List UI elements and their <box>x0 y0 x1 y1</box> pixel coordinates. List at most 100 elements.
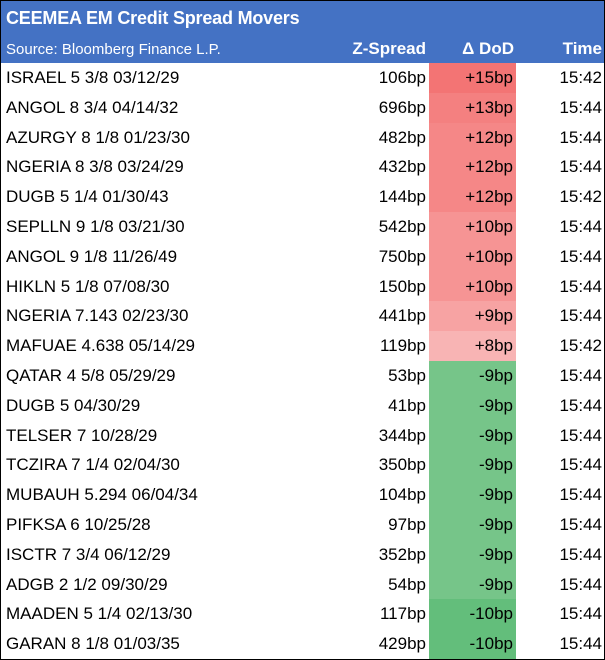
table-row: DUGB 5 04/30/29 41bp -9bp 15:44 <box>1 390 604 421</box>
time-value: 15:44 <box>559 574 602 594</box>
time-value: 15:44 <box>559 306 602 326</box>
table-row: DUGB 5 1/4 01/30/43 144bp +12bp 15:42 <box>1 182 604 212</box>
dod-change-value: -9bp <box>429 360 516 391</box>
time-value: 15:44 <box>559 455 602 475</box>
table-row: TCZIRA 7 1/4 02/04/30 350bp -9bp 15:44 <box>1 450 604 481</box>
time-value: 15:44 <box>559 634 602 654</box>
z-spread-value: 352bp <box>378 544 426 564</box>
dod-change-value: +8bp <box>429 331 516 361</box>
dod-change-value: -10bp <box>429 599 516 630</box>
z-spread-value: 54bp <box>388 574 426 594</box>
table-row: ANGOL 9 1/8 11/26/49 750bp +10bp 15:44 <box>1 241 604 272</box>
table-row: PIFKSA 6 10/25/28 97bp -9bp 15:44 <box>1 509 604 540</box>
time-value: 15:44 <box>559 127 602 147</box>
dod-change-value: +15bp <box>429 63 516 93</box>
column-header-time: Time <box>562 39 602 58</box>
bond-name: SEPLLN 9 1/8 03/21/30 <box>6 216 185 236</box>
dod-change-value: -10bp <box>429 629 516 659</box>
dod-change-value: +10bp <box>429 211 516 242</box>
table-row: MUBAUH 5.294 06/04/34 104bp -9bp 15:44 <box>1 480 604 510</box>
bond-name: DUGB 5 04/30/29 <box>6 395 141 415</box>
dod-change-value: -9bp <box>429 569 516 600</box>
z-spread-value: 144bp <box>378 187 426 207</box>
time-value: 15:44 <box>559 604 602 624</box>
bond-name: ANGOL 8 3/4 04/14/32 <box>6 97 179 117</box>
time-value: 15:44 <box>559 97 602 117</box>
spread-movers-table: CEEMEA EM Credit Spread Movers Source: B… <box>0 0 605 660</box>
dod-change-value: -9bp <box>429 509 516 540</box>
table-row: NGERIA 7.143 02/23/30 441bp +9bp 15:44 <box>1 301 604 332</box>
table-row: MAADEN 5 1/4 02/13/30 117bp -10bp 15:44 <box>1 599 604 630</box>
time-value: 15:44 <box>559 276 602 296</box>
bond-name: MAFUAE 4.638 05/14/29 <box>6 336 196 356</box>
dod-change-value: +12bp <box>429 152 516 183</box>
bond-name: ISCTR 7 3/4 06/12/29 <box>6 544 171 564</box>
z-spread-value: 432bp <box>378 157 426 177</box>
z-spread-value: 97bp <box>388 514 426 534</box>
table-title: CEEMEA EM Credit Spread Movers <box>6 8 300 28</box>
bond-name: NGERIA 7.143 02/23/30 <box>6 306 189 326</box>
z-spread-value: 441bp <box>378 306 426 326</box>
bond-name: MUBAUH 5.294 06/04/34 <box>6 485 198 505</box>
dod-change-value: -9bp <box>429 480 516 510</box>
z-spread-value: 119bp <box>379 336 426 356</box>
z-spread-value: 542bp <box>378 216 426 236</box>
title-bar: CEEMEA EM Credit Spread Movers <box>1 1 604 37</box>
table-row: GARAN 8 1/8 01/03/35 429bp -10bp 15:44 <box>1 629 604 659</box>
dod-change-value: -9bp <box>429 539 516 570</box>
time-value: 15:42 <box>559 187 602 207</box>
bond-name: TCZIRA 7 1/4 02/04/30 <box>6 455 180 475</box>
z-spread-value: 344bp <box>378 425 426 445</box>
z-spread-value: 104bp <box>378 485 426 505</box>
time-value: 15:44 <box>559 365 602 385</box>
dod-change-value: -9bp <box>429 450 516 481</box>
dod-change-value: -9bp <box>429 390 516 421</box>
bond-name: QATAR 4 5/8 05/29/29 <box>6 365 176 385</box>
time-value: 15:44 <box>559 246 602 266</box>
dod-change-value: +9bp <box>429 301 516 332</box>
dod-change-value: +13bp <box>429 92 516 123</box>
time-value: 15:44 <box>559 216 602 236</box>
dod-change-value: +10bp <box>429 241 516 272</box>
bond-name: ADGB 2 1/2 09/30/29 <box>6 574 168 594</box>
time-value: 15:44 <box>559 514 602 534</box>
table-row: QATAR 4 5/8 05/29/29 53bp -9bp 15:44 <box>1 360 604 391</box>
table-row: MAFUAE 4.638 05/14/29 119bp +8bp 15:42 <box>1 331 604 361</box>
bond-name: ANGOL 9 1/8 11/26/49 <box>6 246 178 266</box>
z-spread-value: 150bp <box>378 276 426 296</box>
table-row: ISCTR 7 3/4 06/12/29 352bp -9bp 15:44 <box>1 539 604 570</box>
dod-change-value: -9bp <box>429 420 516 451</box>
column-header-z-spread: Z-Spread <box>352 39 426 58</box>
z-spread-value: 41bp <box>388 395 426 415</box>
bond-name: GARAN 8 1/8 01/03/35 <box>6 634 180 654</box>
bond-name: PIFKSA 6 10/25/28 <box>6 514 151 534</box>
table-row: ISRAEL 5 3/8 03/12/29 106bp +15bp 15:42 <box>1 63 604 93</box>
bond-name: NGERIA 8 3/8 03/24/29 <box>6 157 184 177</box>
column-header-dod: Δ DoD <box>462 39 514 58</box>
z-spread-value: 350bp <box>378 455 426 475</box>
dod-change-value: +12bp <box>429 182 516 212</box>
time-value: 15:44 <box>559 395 602 415</box>
bond-name: AZURGY 8 1/8 01/23/30 <box>6 127 190 147</box>
header-row: Source: Bloomberg Finance L.P. Z-Spread … <box>1 37 604 63</box>
source-note: Source: Bloomberg Finance L.P. <box>6 41 221 58</box>
table-row: NGERIA 8 3/8 03/24/29 432bp +12bp 15:44 <box>1 152 604 183</box>
time-value: 15:44 <box>559 157 602 177</box>
time-value: 15:42 <box>559 68 602 87</box>
bond-name: ISRAEL 5 3/8 03/12/29 <box>6 68 180 87</box>
bond-name: TELSER 7 10/28/29 <box>6 425 158 445</box>
z-spread-value: 117bp <box>379 604 426 624</box>
table-row: HIKLN 5 1/8 07/08/30 150bp +10bp 15:44 <box>1 271 604 302</box>
table-row: TELSER 7 10/28/29 344bp -9bp 15:44 <box>1 420 604 451</box>
bond-name: HIKLN 5 1/8 07/08/30 <box>6 276 170 296</box>
table-row: AZURGY 8 1/8 01/23/30 482bp +12bp 15:44 <box>1 122 604 153</box>
time-value: 15:42 <box>559 336 602 356</box>
table-body: ISRAEL 5 3/8 03/12/29 106bp +15bp 15:42 ANGO… <box>1 63 604 659</box>
table-row: SEPLLN 9 1/8 03/21/30 542bp +10bp 15:44 <box>1 211 604 242</box>
z-spread-value: 429bp <box>378 634 426 654</box>
bond-name: MAADEN 5 1/4 02/13/30 <box>6 604 193 624</box>
time-value: 15:44 <box>559 544 602 564</box>
z-spread-value: 482bp <box>378 127 426 147</box>
dod-change-value: +12bp <box>429 122 516 153</box>
table-row: ADGB 2 1/2 09/30/29 54bp -9bp 15:44 <box>1 569 604 600</box>
